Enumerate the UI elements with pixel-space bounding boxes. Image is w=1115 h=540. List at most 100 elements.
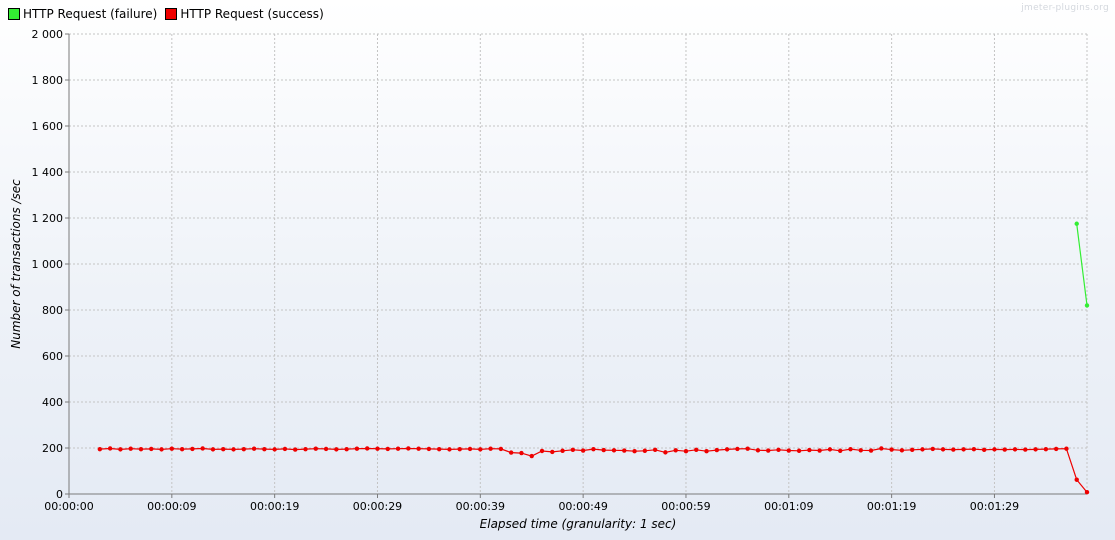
data-point [971,446,977,452]
y-tick-label: 400 [42,396,63,409]
grid [69,33,1088,494]
data-point [519,450,524,456]
data-point [539,448,545,454]
data-point [755,448,761,453]
data-point [375,446,380,451]
data-point [940,447,946,452]
data-point [149,446,154,452]
data-point [786,448,791,453]
data-point [735,446,740,452]
data-point [827,447,833,452]
data-point [714,447,720,453]
data-point [889,447,894,452]
data-point [179,446,185,452]
data-point [591,446,596,452]
axes [65,33,1087,498]
data-point [1012,447,1018,452]
data-point [395,446,401,451]
data-point [807,447,812,453]
data-point [724,447,730,452]
data-point [1084,303,1090,308]
data-point [426,446,432,452]
data-point [323,446,329,452]
data-point [138,446,144,452]
data-point [1064,446,1069,451]
y-tick-label: 800 [42,304,63,317]
data-point [1053,446,1059,452]
data-point [478,447,483,452]
data-point [981,447,987,453]
data-point [817,448,822,453]
data-point [879,446,884,451]
data-point [200,446,205,451]
data-point [992,447,997,452]
data-point [652,447,658,453]
y-tick-label: 600 [42,350,63,363]
data-point [673,448,678,453]
data-point [231,447,236,452]
data-point [293,447,298,452]
x-tick-label: 00:00:29 [353,500,402,513]
data-point [313,446,318,451]
chart-panel: HTTP Request (failure) HTTP Request (suc… [0,0,1115,540]
x-tick-label: 00:00:19 [250,500,299,513]
data-point [920,447,925,452]
data-point [796,448,802,453]
data-point [1043,446,1049,452]
data-point [848,446,853,452]
data-point [570,447,576,453]
x-tick-label: 00:00:09 [147,500,196,513]
line-chart: 02004006008001 0001 2001 4001 6001 8002 … [9,28,1090,531]
data-point [1002,447,1007,452]
data-point [488,446,493,451]
x-tick-label: 00:00:00 [44,500,93,513]
data-point [663,450,668,455]
data-point [550,449,555,455]
series-line [1076,223,1088,306]
y-tick-label: 1 400 [32,166,64,179]
data-point [1074,221,1079,226]
data-point [745,446,750,451]
data-point [961,447,966,452]
y-tick-label: 1 200 [32,212,64,225]
series-line [99,447,1088,493]
data-point [447,447,452,452]
data-point [97,446,103,452]
x-tick-label: 00:00:39 [456,500,505,513]
data-point [580,448,586,453]
data-point [642,448,648,453]
data-point [221,446,226,452]
data-point [303,446,308,452]
data-point [159,447,164,452]
data-point [467,446,473,452]
data-point [776,447,781,453]
data-point [622,448,627,453]
data-point [128,446,133,451]
data-point [632,449,637,454]
data-point [457,446,462,452]
x-tick-label: 00:00:59 [661,500,710,513]
data-point [1023,447,1028,452]
data-point [354,446,360,451]
data-point [899,448,905,453]
data-point [365,446,370,451]
data-point [683,449,689,454]
data-point [190,446,195,452]
series-success [97,446,1090,495]
data-point [930,446,935,452]
data-point [416,446,421,451]
series [97,221,1090,495]
data-point [118,447,123,452]
data-point [406,446,411,451]
y-axis-title: Number of transactions /sec [9,179,23,349]
x-tick-label: 00:00:49 [558,500,607,513]
data-point [694,447,699,453]
data-point [951,447,956,452]
data-point [766,448,771,453]
data-point [560,448,565,453]
data-point [704,449,709,454]
data-point [838,448,843,453]
data-point [498,446,504,452]
data-point [241,446,247,452]
data-point [107,446,113,451]
